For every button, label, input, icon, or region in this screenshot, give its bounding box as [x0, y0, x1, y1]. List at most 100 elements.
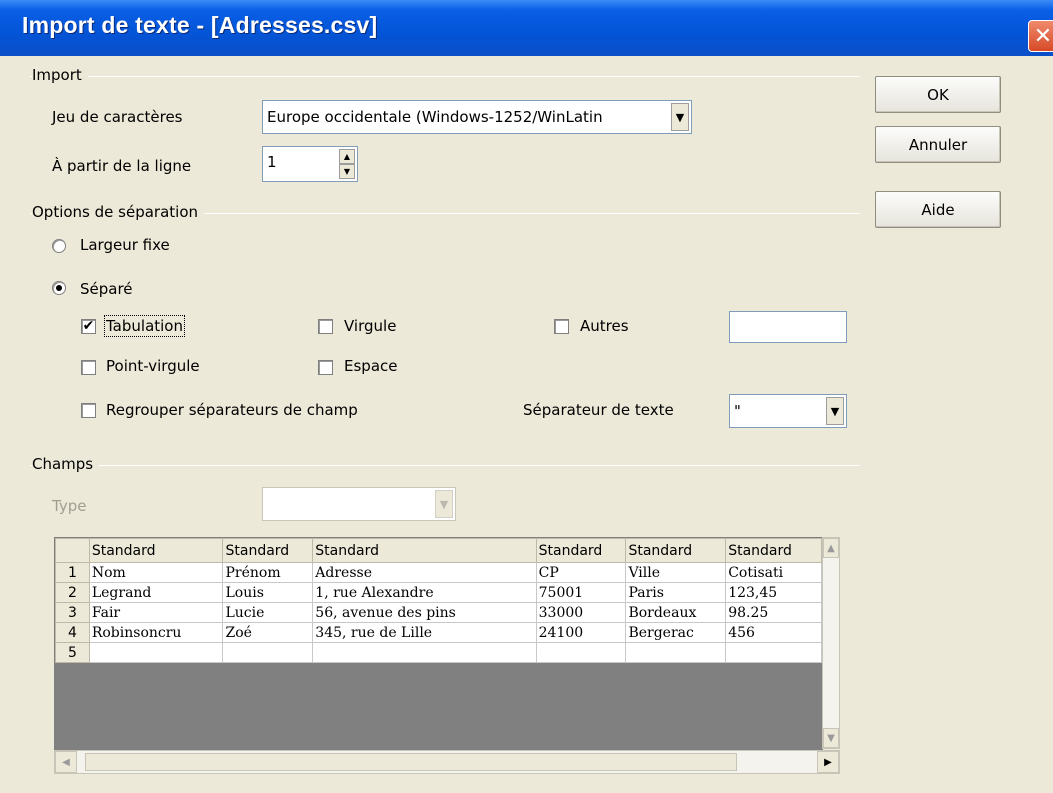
semicolon-label: Point-virgule	[106, 357, 200, 375]
type-label: Type	[52, 497, 87, 515]
from-line-stepper[interactable]: 1 ▲ ▼	[262, 146, 358, 182]
scroll-thumb[interactable]	[85, 753, 737, 771]
horizontal-scrollbar[interactable]: ◀ ▶	[54, 750, 840, 774]
table-cell: 75001	[535, 582, 627, 603]
table-cell	[222, 642, 314, 663]
other-separator-input[interactable]	[729, 311, 847, 343]
check-icon: ✔	[82, 318, 95, 334]
close-button[interactable]: ✕	[1028, 20, 1053, 52]
separated-radio[interactable]	[52, 281, 66, 295]
spin-down-icon[interactable]: ▼	[339, 164, 355, 179]
scroll-right-icon[interactable]: ▶	[817, 751, 839, 773]
column-type-header[interactable]: Standard	[535, 538, 627, 563]
table-cell: 56, avenue des pins	[312, 602, 537, 623]
space-checkbox[interactable]	[318, 360, 333, 375]
table-cell: CP	[535, 562, 627, 583]
merge-label: Regrouper séparateurs de champ	[106, 401, 358, 419]
table-row: 5	[55, 642, 822, 663]
column-type-header[interactable]: Standard	[312, 538, 537, 563]
table-cell: Legrand	[88, 582, 224, 603]
semicolon-checkbox[interactable]	[81, 360, 96, 375]
table-cell: Zoé	[222, 622, 314, 643]
table-row: 1 Nom Prénom Adresse CP Ville Cotisati	[55, 562, 822, 583]
other-checkbox[interactable]	[554, 319, 569, 334]
chevron-down-icon[interactable]: ▼	[671, 103, 689, 131]
text-delimiter-label: Séparateur de texte	[523, 401, 674, 419]
corner-cell	[55, 538, 90, 563]
table-cell: Bergerac	[625, 622, 727, 643]
import-group-label: Import	[32, 66, 88, 84]
table-cell	[312, 642, 537, 663]
from-line-value: 1	[267, 153, 277, 171]
chevron-down-icon: ▼	[435, 490, 453, 518]
column-type-row: Standard Standard Standard Standard Stan…	[55, 538, 822, 563]
preview-table: Standard Standard Standard Standard Stan…	[55, 538, 822, 663]
charset-value: Europe occidentale (Windows-1252/WinLati…	[267, 108, 603, 126]
table-cell: 123,45	[725, 582, 822, 603]
column-type-header[interactable]: Standard	[222, 538, 314, 563]
title-bar[interactable]: Import de texte - [Adresses.csv] ✕	[0, 0, 1053, 56]
close-icon: ✕	[1033, 23, 1053, 49]
table-cell: Adresse	[312, 562, 537, 583]
tab-label: Tabulation	[104, 315, 185, 337]
table-cell: 456	[725, 622, 822, 643]
fields-group-line	[30, 465, 860, 466]
type-select[interactable]: ▼	[262, 487, 456, 521]
table-row: 3 Fair Lucie 56, avenue des pins 33000 B…	[55, 602, 822, 623]
vertical-scrollbar[interactable]: ▲ ▼	[822, 537, 840, 749]
charset-label: Jeu de caractères	[52, 108, 183, 126]
text-delimiter-value: "	[734, 402, 741, 420]
merge-checkbox[interactable]	[81, 403, 96, 418]
fields-group-label: Champs	[32, 455, 100, 473]
from-line-label: À partir de la ligne	[52, 157, 192, 175]
row-number[interactable]: 3	[55, 602, 90, 623]
fixed-width-radio[interactable]	[52, 239, 66, 253]
preview-grid[interactable]: Standard Standard Standard Standard Stan…	[54, 537, 823, 774]
table-cell: Robinsoncru	[88, 622, 224, 643]
column-type-header[interactable]: Standard	[88, 538, 224, 563]
comma-label: Virgule	[344, 317, 397, 335]
table-cell: 24100	[535, 622, 627, 643]
table-cell: 33000	[535, 602, 627, 623]
table-row: 4 Robinsoncru Zoé 345, rue de Lille 2410…	[55, 622, 822, 643]
table-cell	[625, 642, 727, 663]
chevron-down-icon[interactable]: ▼	[826, 397, 844, 425]
row-number[interactable]: 2	[55, 582, 90, 603]
table-cell: Nom	[88, 562, 224, 583]
row-number[interactable]: 1	[55, 562, 90, 583]
row-number[interactable]: 5	[55, 642, 90, 663]
cancel-button[interactable]: Annuler	[875, 126, 1001, 163]
table-cell: Prénom	[222, 562, 314, 583]
text-delimiter-select[interactable]: " ▼	[729, 394, 847, 428]
row-number[interactable]: 4	[55, 622, 90, 643]
column-type-header[interactable]: Standard	[725, 538, 822, 563]
charset-select[interactable]: Europe occidentale (Windows-1252/WinLati…	[262, 100, 692, 134]
table-cell: Ville	[625, 562, 727, 583]
scroll-up-icon[interactable]: ▲	[823, 538, 839, 558]
window-title: Import de texte - [Adresses.csv]	[22, 12, 378, 38]
ok-button[interactable]: OK	[875, 76, 1001, 113]
comma-checkbox[interactable]	[318, 319, 333, 334]
table-cell	[88, 642, 224, 663]
table-cell	[725, 642, 822, 663]
table-cell: Paris	[625, 582, 727, 603]
fixed-width-label: Largeur fixe	[80, 236, 170, 254]
table-cell: Lucie	[222, 602, 314, 623]
separated-label: Séparé	[80, 280, 133, 298]
table-cell: Cotisati	[725, 562, 822, 583]
table-cell: 98.25	[725, 602, 822, 623]
separation-group-label: Options de séparation	[32, 203, 205, 221]
tab-checkbox[interactable]: ✔	[81, 319, 96, 334]
import-group-line	[30, 76, 860, 77]
table-cell: 345, rue de Lille	[312, 622, 537, 643]
scroll-left-icon[interactable]: ◀	[55, 751, 77, 773]
column-type-header[interactable]: Standard	[625, 538, 727, 563]
table-cell: Bordeaux	[625, 602, 727, 623]
help-button[interactable]: Aide	[875, 191, 1001, 228]
table-row: 2 Legrand Louis 1, rue Alexandre 75001 P…	[55, 582, 822, 603]
spin-up-icon[interactable]: ▲	[339, 149, 355, 164]
table-cell	[535, 642, 627, 663]
other-label: Autres	[580, 317, 629, 335]
scroll-down-icon[interactable]: ▼	[823, 728, 839, 748]
space-label: Espace	[344, 357, 398, 375]
